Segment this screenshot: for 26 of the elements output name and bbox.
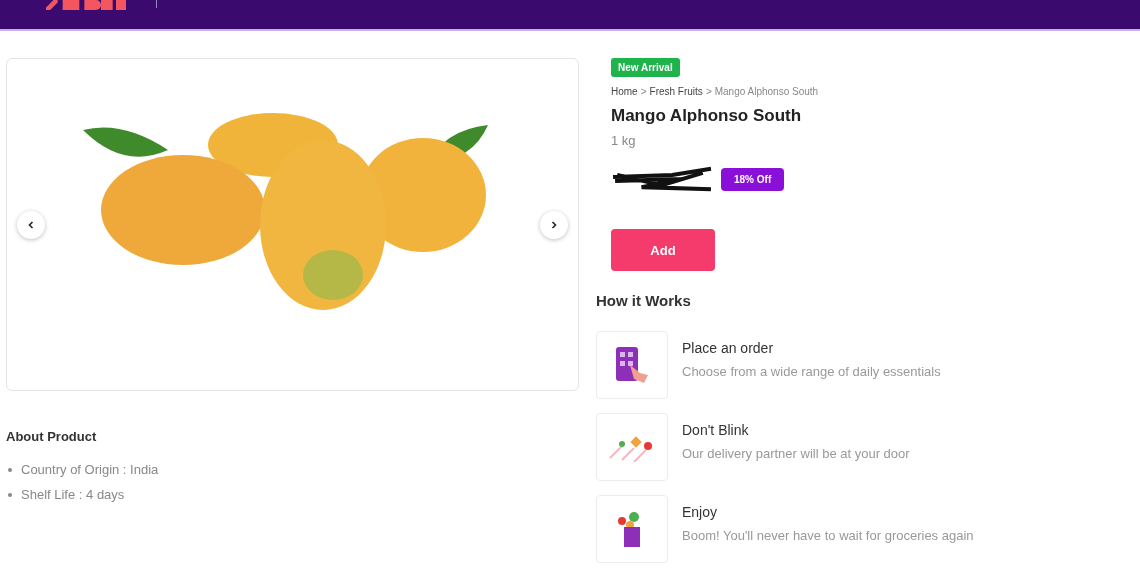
bullet-icon <box>8 467 12 472</box>
add-button[interactable]: Add <box>611 229 715 271</box>
chevron-left-icon <box>26 219 36 230</box>
previous-button[interactable] <box>17 210 45 239</box>
chevron-right-icon <box>549 219 559 230</box>
product-detail-text: Shelf Life : 4 days <box>21 487 125 502</box>
new-arrival-badge: New Arrival <box>611 58 680 77</box>
step-title: Don't Blink <box>682 421 749 438</box>
breadcrumb-current: Mango Alphonso South <box>714 86 819 97</box>
step-description: Boom! You'll never have to wait for groceries again <box>682 527 974 543</box>
section-heading: About Product <box>6 429 98 444</box>
step-description: Choose from a wide range of daily essentials <box>682 363 941 379</box>
bullet-icon <box>8 492 12 497</box>
section-heading: How it Works <box>596 292 692 309</box>
breadcrumb-link[interactable]: Home <box>611 86 638 97</box>
discount-badge: 18% Off <box>721 167 785 191</box>
product-quantity: 1 kg <box>611 133 636 148</box>
breadcrumb-separator: > <box>705 86 712 97</box>
step-description: Our delivery partner will be at your door <box>682 445 910 461</box>
breadcrumb-link[interactable]: Fresh Fruits <box>649 86 703 97</box>
step-title: Enjoy <box>682 503 718 520</box>
product-title: Mango Alphonso South <box>611 106 802 126</box>
breadcrumb-separator: > <box>640 86 647 97</box>
product-detail-text: Country of Origin : India <box>21 462 159 477</box>
next-button[interactable] <box>540 210 568 239</box>
step-title: Place an order <box>682 339 774 356</box>
